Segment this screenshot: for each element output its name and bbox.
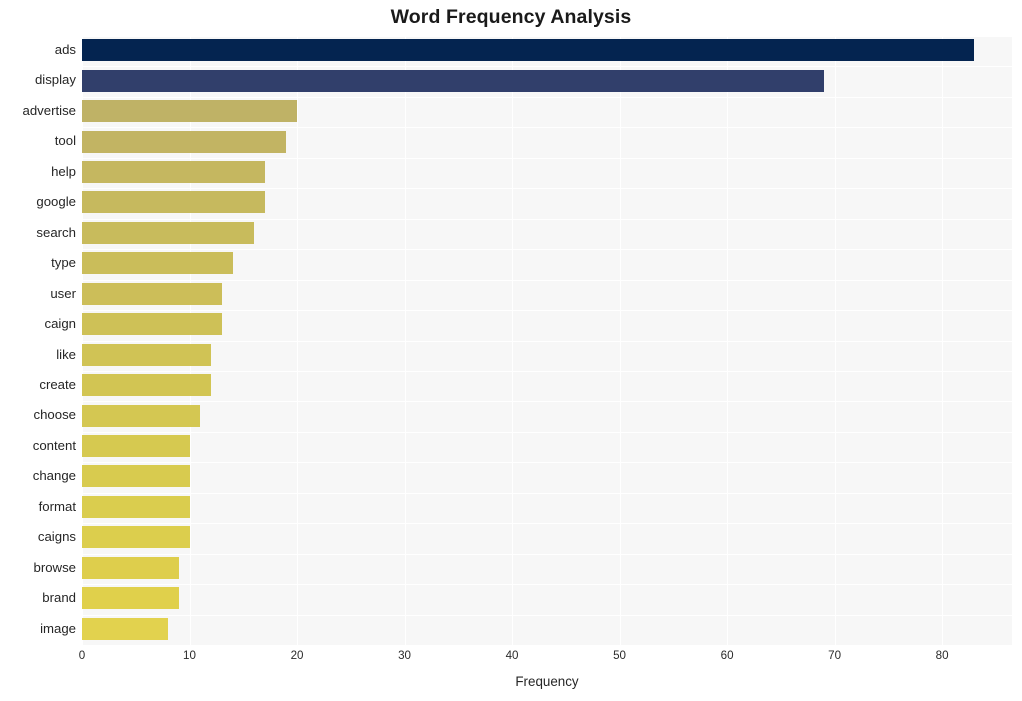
bar-row[interactable]: [82, 97, 1012, 125]
bar-row[interactable]: [82, 432, 1012, 460]
bar-row[interactable]: [82, 554, 1012, 582]
bar-row[interactable]: [82, 462, 1012, 490]
bar[interactable]: [82, 282, 222, 305]
bar[interactable]: [82, 160, 265, 183]
y-axis-tick-label: brand: [42, 590, 76, 606]
bar-row[interactable]: [82, 280, 1012, 308]
y-axis-tick-label: caign: [44, 316, 76, 332]
bar-row[interactable]: [82, 584, 1012, 612]
x-axis-tick-label: 50: [613, 649, 627, 662]
y-axis-tick-label: choose: [33, 407, 76, 423]
bar[interactable]: [82, 495, 190, 518]
y-axis-tick-label: content: [32, 437, 76, 453]
y-axis-tick-label: ads: [54, 42, 76, 57]
bar-row[interactable]: [82, 341, 1012, 369]
y-axis-tick-label: like: [56, 346, 76, 362]
bar[interactable]: [82, 313, 222, 336]
bar-row[interactable]: [82, 493, 1012, 521]
bar[interactable]: [82, 130, 287, 153]
x-axis-tick-label: 60: [720, 649, 734, 662]
bar-row[interactable]: [82, 66, 1012, 94]
bar-row[interactable]: [82, 127, 1012, 155]
x-axis-tick-labels: 0 10 20 30 40 50 60 70 80: [78, 649, 1012, 669]
bar-row[interactable]: [82, 249, 1012, 277]
bar[interactable]: [82, 221, 255, 244]
x-axis-tick-label: 0: [78, 649, 86, 662]
x-axis-tick-label: 10: [183, 649, 196, 662]
bar-row[interactable]: [82, 310, 1012, 338]
y-axis-tick-label: user: [50, 285, 76, 301]
bar[interactable]: [82, 374, 212, 397]
bar[interactable]: [82, 617, 168, 640]
bar[interactable]: [82, 556, 179, 579]
bar[interactable]: [82, 465, 190, 488]
bar-row[interactable]: [82, 219, 1012, 247]
bar-row[interactable]: [82, 401, 1012, 429]
bar[interactable]: [82, 69, 824, 92]
x-axis-tick-label: 40: [505, 649, 519, 662]
bar-row[interactable]: [82, 158, 1012, 186]
bar-row[interactable]: [82, 371, 1012, 399]
bar[interactable]: [82, 343, 212, 366]
x-axis-tick-label: 70: [828, 649, 842, 662]
y-axis-tick-label: change: [32, 468, 76, 484]
y-axis-tick-label: advertise: [22, 102, 76, 118]
y-axis-tick-label: search: [36, 224, 76, 240]
x-axis-tick-label: 80: [935, 649, 949, 662]
bar-row[interactable]: [82, 615, 1012, 643]
y-axis-tick-label: create: [39, 376, 76, 392]
y-axis-tick-label: browse: [33, 559, 76, 575]
y-axis-tick-label: caigns: [37, 529, 76, 545]
bar-row[interactable]: [82, 523, 1012, 551]
bar[interactable]: [82, 404, 201, 427]
bar[interactable]: [82, 587, 179, 610]
y-axis-tick-label: help: [51, 163, 76, 179]
bar-row[interactable]: [82, 36, 1012, 64]
y-axis-tick-label: display: [34, 72, 76, 88]
bars-layer: [82, 36, 1012, 645]
y-axis-tick-label: tool: [54, 133, 76, 149]
y-axis-tick-label: google: [36, 194, 76, 210]
bar-row[interactable]: [82, 188, 1012, 216]
x-axis-tick-label: 30: [398, 649, 411, 662]
bar[interactable]: [82, 39, 975, 62]
gridline-horizontal: [82, 645, 1012, 646]
bar[interactable]: [82, 252, 233, 275]
bar[interactable]: [82, 435, 190, 458]
y-axis-tick-label: format: [38, 498, 76, 514]
x-axis-title: Frequency: [515, 674, 579, 689]
bar[interactable]: [82, 191, 265, 214]
y-axis-tick-label: image: [40, 620, 76, 636]
x-axis-tick-label: 20: [290, 649, 304, 662]
bar[interactable]: [82, 100, 298, 123]
chart-title: Word Frequency Analysis: [390, 6, 632, 28]
y-axis-tick-labels: ads display advertise tool help google search t…: [0, 36, 76, 645]
bar[interactable]: [82, 526, 190, 549]
word-frequency-chart: Word Frequency Analysis ads display advert…: [0, 0, 1022, 701]
y-axis-tick-label: type: [51, 255, 76, 271]
